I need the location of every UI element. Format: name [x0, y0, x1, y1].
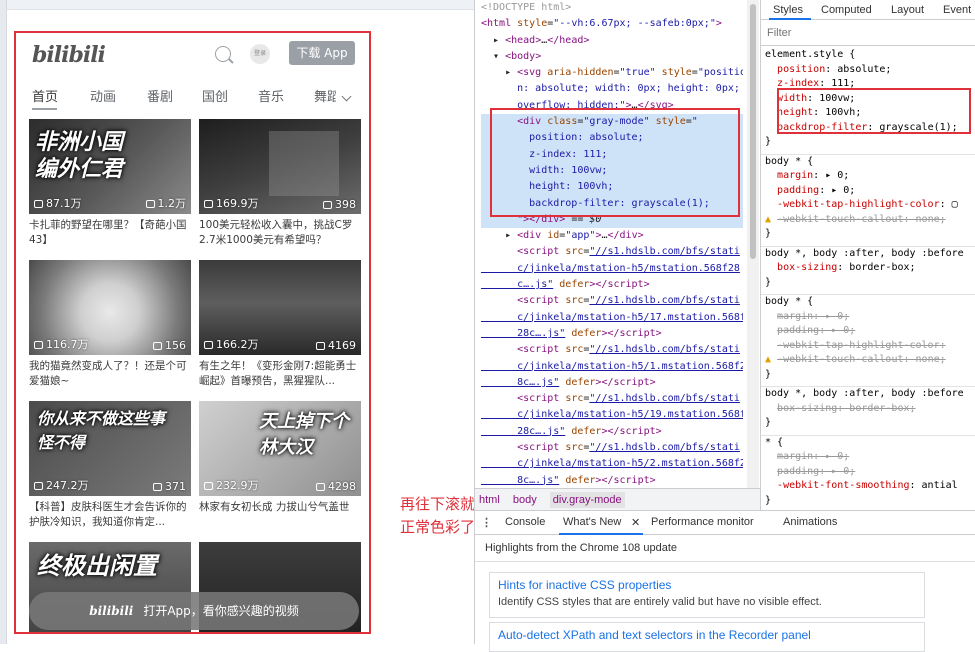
elements-scrollbar[interactable] [747, 0, 759, 488]
tab-layout[interactable]: Layout [891, 3, 924, 18]
elements-tree: <!DOCTYPE html> <html style="--vh:6.67px… [481, 2, 743, 486]
divider [475, 561, 975, 562]
breadcrumb-html[interactable]: html [479, 494, 500, 506]
highlight-box-style [777, 88, 971, 134]
news-card[interactable]: Auto-detect XPath and text selectors in … [489, 622, 925, 652]
whats-new-heading: Highlights from the Chrome 108 update [485, 542, 677, 554]
styles-pane: Styles Computed Layout Event element.sty… [760, 0, 975, 520]
tab-performance-monitor[interactable]: Performance monitor [651, 516, 754, 528]
tab-styles[interactable]: Styles [773, 3, 803, 18]
news-card[interactable]: Hints for inactive CSS properties Identi… [489, 572, 925, 618]
active-drawer-tab-indicator [559, 533, 643, 535]
styles-filter-input[interactable] [765, 24, 965, 42]
drawer-menu-icon[interactable]: ⋮ [481, 516, 492, 529]
tab-console[interactable]: Console [505, 516, 545, 528]
breadcrumb-gray-mode[interactable]: div.gray-mode [549, 492, 625, 508]
highlight-box-mobile [14, 31, 371, 634]
highlight-box-element [490, 108, 740, 217]
close-tab-icon[interactable]: ✕ [631, 516, 640, 529]
news-title[interactable]: Hints for inactive CSS properties [498, 578, 916, 592]
breadcrumb-body[interactable]: body [513, 494, 537, 506]
tab-whats-new[interactable]: What's New [563, 516, 621, 528]
tab-computed[interactable]: Computed [821, 3, 872, 18]
browser-edge-side [0, 0, 7, 644]
breadcrumb: html body div.gray-mode [475, 488, 760, 510]
news-description: Identify CSS styles that are entirely va… [498, 596, 822, 608]
scrollbar-thumb[interactable] [750, 4, 756, 259]
devtools-drawer: ⋮ Console What's New ✕ Performance monit… [475, 510, 975, 652]
tab-animations[interactable]: Animations [783, 516, 837, 528]
tab-event-listeners[interactable]: Event [943, 3, 971, 18]
drawer-tabs: ⋮ Console What's New ✕ Performance monit… [475, 511, 975, 535]
news-title[interactable]: Auto-detect XPath and text selectors in … [498, 628, 916, 642]
styles-tabs: Styles Computed Layout Event [761, 0, 975, 20]
filter-bar [761, 20, 975, 46]
